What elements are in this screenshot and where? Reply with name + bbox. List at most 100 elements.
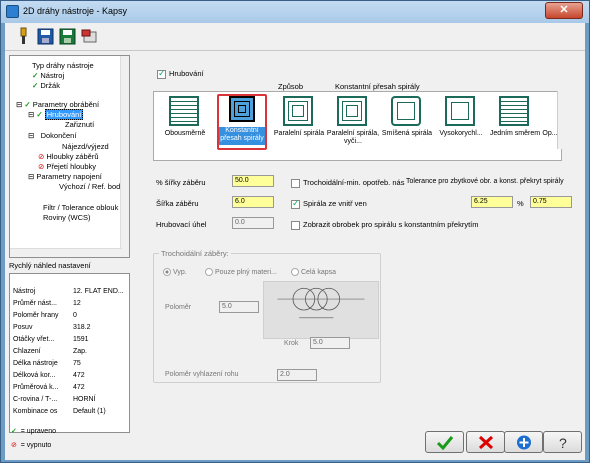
method-parallel-spiral[interactable]: Paralelní spirála — [270, 94, 328, 152]
tolerance-label: Tolerance pro zbytkové obr. a konst. pře… — [406, 178, 564, 185]
tolerance-field-2[interactable]: 0.75 — [530, 196, 572, 208]
strip-scrollbar[interactable] — [557, 91, 566, 149]
save-icon[interactable] — [37, 27, 54, 46]
spiral-inside-checkbox[interactable]: Spirála ze vnitř ven — [291, 198, 367, 209]
close-button[interactable]: ✕ — [545, 2, 583, 19]
quickview-panel: Nástroj 12. FLAT END... Průměr nást... 12 … — [9, 273, 130, 433]
angle-label: Hrubovací úhel — [156, 220, 207, 229]
method-high-speed[interactable]: Vysokorychl... — [432, 94, 490, 152]
qv-key: Chlazení — [13, 348, 41, 355]
method-strip[interactable]: Obousměrně Paralelní spirála Paralelní s… — [153, 91, 562, 161]
radio-dot[interactable] — [205, 268, 213, 276]
checkbox-box[interactable] — [291, 220, 300, 230]
tree-item-holder[interactable]: ✓ Držák — [32, 81, 60, 90]
collapse-icon[interactable]: ⊟ — [16, 100, 22, 109]
save-all-icon[interactable] — [59, 27, 76, 46]
qv-value: Zap. — [73, 348, 88, 355]
tree-item-plunge[interactable]: Zařiznutí — [65, 120, 94, 129]
dialog-window: 2D dráhy nástroje - Kapsy ✕ Typ dráhy ná… — [0, 0, 590, 463]
svg-text:?: ? — [559, 435, 567, 450]
method-morph-spiral[interactable]: Smíšená spirála — [378, 94, 436, 152]
tree-item-planes[interactable]: Roviny (WCS) — [43, 213, 91, 222]
help-button[interactable]: ? — [543, 431, 582, 453]
stepover-field[interactable]: 6.0 — [232, 196, 274, 208]
trochoid-min-checkbox[interactable]: Trochoidální-min. opotřeb. nás — [291, 178, 404, 188]
radio-dot[interactable] — [163, 268, 171, 276]
tree-item-roughing[interactable]: ⊟ ✓ Hrubování — [28, 109, 84, 120]
trochoid-off-radio[interactable]: Vyp. — [163, 268, 187, 276]
tree-item-linking[interactable]: ⊟ Parametry napojení — [28, 172, 102, 181]
step-label: Krok — [284, 340, 299, 347]
high-speed-icon — [445, 96, 475, 126]
tree-item-toolpath-type[interactable]: Typ dráhy nástroje — [32, 61, 94, 70]
qv-value: 0 — [73, 312, 77, 319]
qv-key: Průměrová k... — [13, 384, 59, 391]
trochoid-full-radio[interactable]: Pouze plný materi... — [205, 268, 277, 276]
tree-item-finishing[interactable]: ⊟ Dokončení — [28, 131, 76, 140]
dialog-client: Typ dráhy nástroje ✓ Nástroj ✓ Držák ⊟ ✓… — [5, 23, 585, 460]
qv-value: 472 — [73, 372, 85, 379]
qv-key: C-rovina / T-... — [13, 396, 58, 403]
checkbox-box[interactable] — [291, 198, 300, 209]
tree-item-break-through[interactable]: ⊘ Přejetí hloubky — [38, 162, 96, 171]
collapse-icon[interactable]: ⊟ — [28, 172, 34, 181]
qv-key: Posuv — [13, 324, 33, 331]
parameter-tree[interactable]: Typ dráhy nástroje ✓ Nástroj ✓ Držák ⊟ ✓… — [9, 55, 130, 258]
cancel-button[interactable] — [466, 431, 505, 453]
tree-item-leadinout[interactable]: Nájezd/výjezd — [62, 142, 109, 151]
qv-key: Otáčky vřet... — [13, 336, 55, 343]
zigzag-icon — [169, 96, 199, 126]
check-icon: ✓ — [24, 100, 33, 109]
collapse-icon[interactable]: ⊟ — [28, 110, 34, 119]
legend-edited: ✓ = upraveno — [11, 428, 56, 435]
toolbar — [5, 23, 585, 51]
method-label: Způsob — [278, 82, 304, 91]
trochoid-whole-radio[interactable]: Celá kapsa — [291, 268, 336, 276]
legend-disabled: ⊘ = vypnuto — [11, 442, 52, 449]
tree-item-tool[interactable]: ✓ Nástroj — [32, 71, 64, 80]
roughing-checkbox[interactable]: Hrubování — [157, 68, 204, 79]
tree-item-home-ref[interactable]: Výchozí / Ref. bod — [59, 182, 120, 191]
method-zigzag[interactable]: Obousměrně — [156, 94, 214, 152]
radio-dot[interactable] — [291, 268, 299, 276]
trochoid-diagram — [263, 281, 379, 339]
help-icon: ? — [559, 435, 567, 450]
constant-spiral-icon[interactable] — [229, 96, 255, 122]
ok-button[interactable] — [425, 431, 464, 453]
app-icon — [6, 5, 19, 18]
method-value: Konstantní přesah spirály — [335, 82, 420, 91]
method-parallel-spiral-clean[interactable]: Paralelní spirála, vyči... — [324, 94, 382, 152]
tree-item-cut-params[interactable]: ⊟ ✓ Parametry obrábění — [16, 100, 99, 109]
window-title: 2D dráhy nástroje - Kapsy — [23, 6, 128, 16]
qv-key: Průměr nást... — [13, 300, 57, 307]
smooth-label: Poloměr vyhlazení rohu — [165, 371, 239, 378]
options-icon[interactable] — [81, 27, 98, 46]
method-selected-label: Konstantní přesah spirály — [219, 127, 265, 145]
show-stock-checkbox[interactable]: Zobrazit obrobek pro spirálu s konstantn… — [291, 220, 479, 230]
qv-value: 1591 — [73, 336, 89, 343]
checkbox-box[interactable] — [157, 68, 166, 79]
checkbox-box[interactable] — [291, 178, 300, 188]
tree-vscrollbar[interactable] — [120, 56, 129, 257]
plus-icon — [517, 435, 531, 450]
morph-spiral-icon — [391, 96, 421, 126]
qv-value: 472 — [73, 384, 85, 391]
tree-hscrollbar[interactable] — [10, 248, 122, 257]
qv-value: 318.2 — [73, 324, 91, 331]
tolerance-field-1[interactable]: 6.25 — [471, 196, 513, 208]
pin-icon[interactable] — [15, 27, 32, 46]
method-one-way[interactable]: Jedním směrem — [486, 94, 544, 152]
angle-field[interactable]: 0.0 — [232, 217, 274, 229]
stepover-pct-field[interactable]: 50.0 — [232, 175, 274, 187]
add-button[interactable] — [504, 431, 543, 453]
qv-key: Nástroj — [13, 288, 36, 295]
cross-icon — [478, 435, 494, 450]
tree-item-filter[interactable]: Filtr / Tolerance oblouk — [43, 203, 118, 212]
tolerance-pct-label: % — [517, 199, 524, 208]
radius-field[interactable]: 5.0 — [219, 301, 259, 313]
smooth-field[interactable]: 2.0 — [277, 369, 317, 381]
stepover-pct-label: % šířky záběru — [156, 178, 206, 187]
step-field[interactable]: 5.0 — [310, 337, 350, 349]
tree-item-depth-cuts[interactable]: ⊘ Hloubky záběrů — [38, 152, 99, 161]
collapse-icon[interactable]: ⊟ — [28, 131, 34, 140]
